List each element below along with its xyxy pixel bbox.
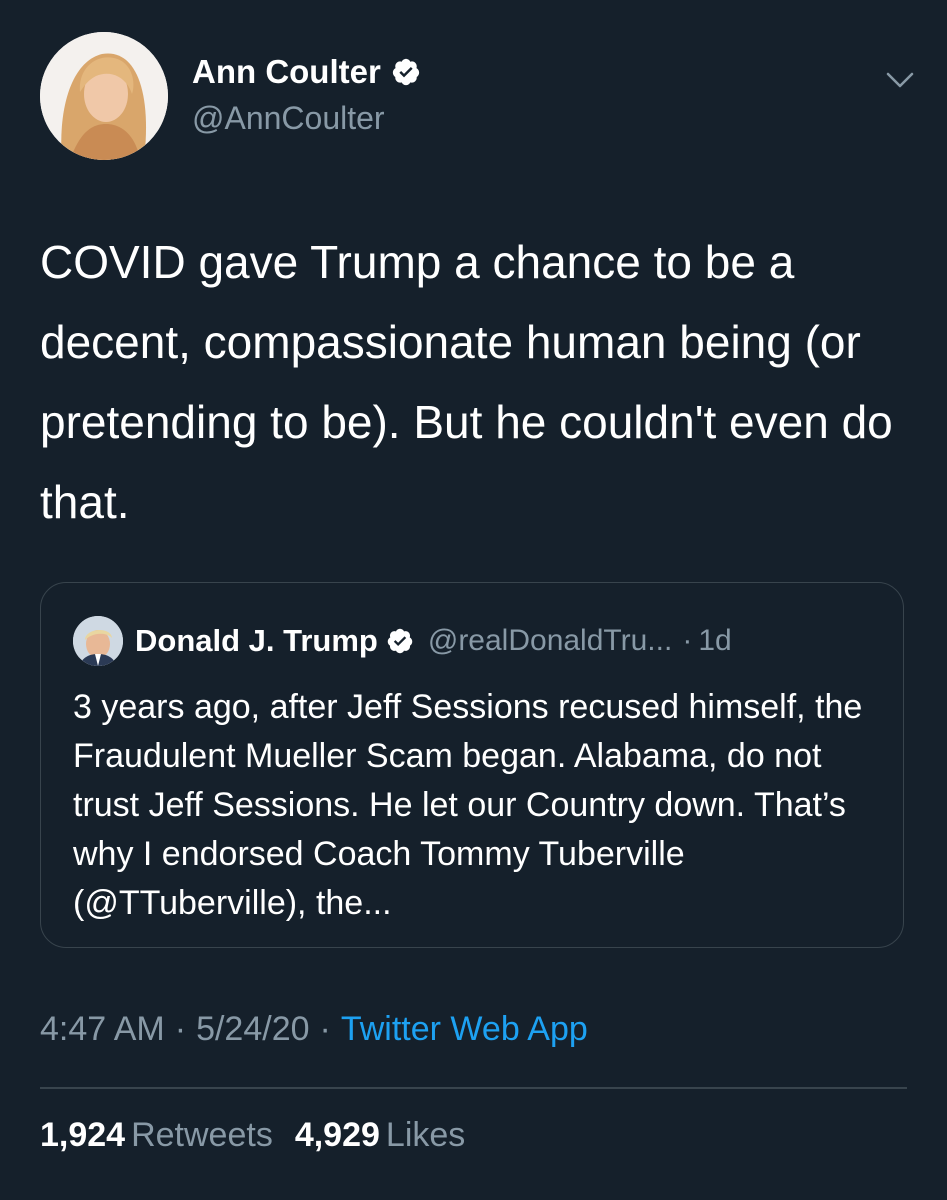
tweet-time[interactable]: 4:47 AM	[40, 1010, 165, 1048]
quoted-separator: ·	[682, 624, 693, 657]
tweet-text: COVID gave Trump a chance to be a decent…	[40, 236, 893, 528]
retweets-stat[interactable]: 1,924 Retweets	[40, 1116, 273, 1154]
quoted-author-avatar[interactable]	[73, 616, 123, 666]
quoted-tweet-card[interactable]: Donald J. Trump @realDonaldTru... · 1d 3…	[40, 582, 904, 948]
quoted-author-handle[interactable]: @realDonaldTru...	[428, 624, 672, 658]
retweets-count: 1,924	[40, 1116, 126, 1154]
author-handle[interactable]: @AnnCoulter	[192, 100, 385, 137]
quoted-tweet-header: Donald J. Trump @realDonaldTru... · 1d	[73, 615, 732, 667]
tweet-stats: 1,924 Retweets 4,929 Likes	[40, 1116, 487, 1155]
author-display-name[interactable]: Ann Coulter	[192, 53, 381, 91]
meta-separator: ·	[319, 1010, 331, 1048]
tweet-meta: 4:47 AM · 5/24/20 · Twitter Web App	[40, 1010, 588, 1049]
quoted-author-display-name[interactable]: Donald J. Trump	[135, 623, 378, 659]
verified-badge-icon	[391, 57, 421, 87]
profile-photo-icon	[40, 32, 168, 160]
likes-count: 4,929	[294, 1116, 380, 1154]
likes-label: Likes	[385, 1116, 466, 1154]
quoted-verified-badge-icon	[386, 627, 414, 655]
retweets-label: Retweets	[131, 1116, 273, 1154]
meta-separator: ·	[174, 1010, 187, 1048]
divider	[40, 1087, 907, 1089]
tweet-source-link[interactable]: Twitter Web App	[341, 1010, 588, 1048]
quoted-tweet-text: 3 years ago, after Jeff Sessions recused…	[73, 688, 863, 922]
quoted-profile-photo-icon	[73, 616, 123, 666]
author-avatar[interactable]	[40, 32, 168, 160]
quoted-relative-time[interactable]: 1d	[698, 624, 731, 658]
likes-stat[interactable]: 4,929 Likes	[295, 1116, 465, 1154]
chevron-down-icon[interactable]	[880, 60, 920, 100]
tweet-date[interactable]: 5/24/20	[196, 1010, 309, 1048]
tweet-header: Ann Coulter @AnnCoulter	[40, 32, 920, 162]
author-name-row: Ann Coulter	[192, 52, 421, 92]
